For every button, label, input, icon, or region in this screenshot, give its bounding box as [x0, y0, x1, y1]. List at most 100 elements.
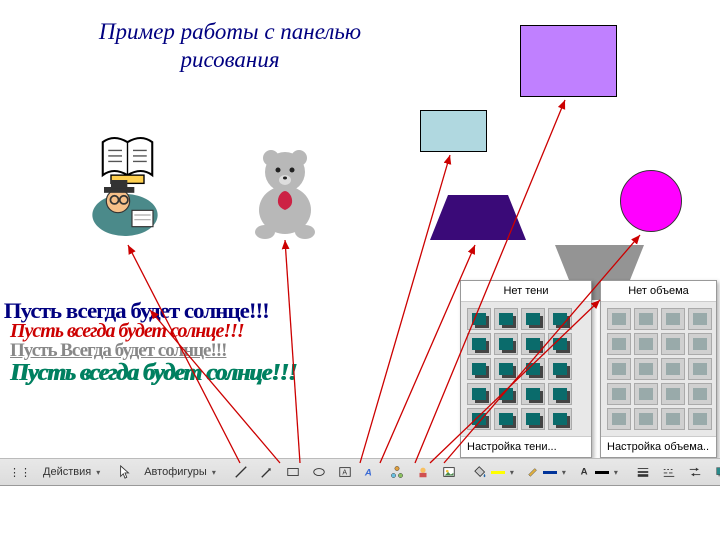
line-swatch — [543, 471, 557, 474]
bear-icon — [245, 140, 325, 240]
3d-option[interactable] — [634, 383, 658, 405]
autoshapes-menu[interactable]: Автофигуры — [139, 463, 221, 481]
actions-menu[interactable]: Действия — [38, 463, 105, 481]
shadow-option[interactable] — [548, 408, 572, 430]
line-tool[interactable] — [229, 462, 253, 482]
slide-title: Пример работы с панелью рисования — [70, 18, 390, 73]
pointer-icon — [118, 465, 132, 479]
oval-tool[interactable] — [307, 462, 331, 482]
fontcolor-icon: A — [578, 465, 592, 479]
shadow-option[interactable] — [494, 308, 518, 330]
pointer-tool[interactable] — [113, 462, 137, 482]
3d-style-grid — [601, 302, 716, 436]
3d-option[interactable] — [661, 383, 685, 405]
clipart-book[interactable] — [100, 135, 155, 185]
autoshapes-label: Автофигуры — [144, 466, 207, 478]
wordart-sample-4[interactable]: Пусть всегда будет солнце!!! — [10, 360, 296, 387]
shadow-settings-link[interactable]: Настройка тени... — [461, 436, 591, 457]
shadow-option[interactable] — [494, 383, 518, 405]
linestyle-icon — [636, 465, 650, 479]
font-swatch — [595, 471, 609, 474]
shadow-style-grid — [461, 302, 591, 436]
wordart-sample-3[interactable]: Пусть Всегда будет солнце!!! — [10, 340, 226, 362]
shadow-option[interactable] — [467, 333, 491, 355]
drawing-toolbar: ⋮⋮ Действия Автофигуры A A A — [0, 458, 720, 486]
3d-option[interactable] — [607, 358, 631, 380]
rect-icon — [286, 465, 300, 479]
shadow-option[interactable] — [494, 333, 518, 355]
shadow-option[interactable] — [548, 383, 572, 405]
diagram-icon — [390, 465, 404, 479]
shadow-option[interactable] — [467, 308, 491, 330]
font-color-tool[interactable]: A — [573, 462, 623, 482]
clipart-teddy-bear[interactable] — [245, 140, 325, 240]
arrow-style-tool[interactable] — [683, 462, 707, 482]
linecolor-icon — [526, 465, 540, 479]
3d-option[interactable] — [688, 358, 712, 380]
move-handle-icon[interactable]: ⋮⋮ — [4, 463, 36, 482]
shadow-option[interactable] — [521, 358, 545, 380]
shadow-option[interactable] — [521, 308, 545, 330]
3d-option[interactable] — [688, 383, 712, 405]
svg-text:A: A — [364, 468, 372, 479]
actions-label: Действия — [43, 466, 91, 478]
shadow-option[interactable] — [521, 383, 545, 405]
3d-option[interactable] — [688, 333, 712, 355]
fill-swatch — [491, 471, 505, 474]
picture-icon — [442, 465, 456, 479]
dash-style-tool[interactable] — [657, 462, 681, 482]
rectangle-tool[interactable] — [281, 462, 305, 482]
3d-option[interactable] — [607, 408, 631, 430]
clipart-tool[interactable] — [411, 462, 435, 482]
3d-option[interactable] — [634, 408, 658, 430]
shadow-option[interactable] — [548, 333, 572, 355]
shadow-option[interactable] — [521, 408, 545, 430]
shadow-popup-caption[interactable]: Нет тени — [461, 281, 591, 302]
line-style-tool[interactable] — [631, 462, 655, 482]
3d-option[interactable] — [661, 333, 685, 355]
3d-option[interactable] — [634, 333, 658, 355]
3d-option[interactable] — [688, 408, 712, 430]
fill-color-tool[interactable] — [469, 462, 519, 482]
3d-option[interactable] — [688, 308, 712, 330]
wordart-tool[interactable]: A — [359, 462, 383, 482]
3d-option[interactable] — [634, 358, 658, 380]
shadow-option[interactable] — [467, 358, 491, 380]
insert-picture-tool[interactable] — [437, 462, 461, 482]
3d-option[interactable] — [607, 383, 631, 405]
arrow-icon — [260, 465, 274, 479]
3d-option[interactable] — [607, 308, 631, 330]
shape-trapezoid[interactable] — [430, 195, 526, 240]
book-icon — [100, 135, 155, 185]
shadow-option[interactable] — [467, 383, 491, 405]
shadow-icon — [714, 465, 720, 479]
3d-popup-caption[interactable]: Нет объема — [601, 281, 716, 302]
arrow-tool[interactable] — [255, 462, 279, 482]
3d-option[interactable] — [661, 408, 685, 430]
shadow-style-tool[interactable] — [709, 462, 720, 482]
3d-option[interactable] — [607, 333, 631, 355]
shape-circle[interactable] — [620, 170, 682, 232]
shadow-style-popup[interactable]: Нет тени Настройка тени... — [460, 280, 592, 458]
arrowstyle-icon — [688, 465, 702, 479]
3d-option[interactable] — [634, 308, 658, 330]
diagram-tool[interactable] — [385, 462, 409, 482]
shadow-option[interactable] — [548, 358, 572, 380]
shape-rect-purple[interactable] — [520, 25, 617, 97]
title-line2: рисования — [180, 47, 279, 72]
3d-option[interactable] — [661, 358, 685, 380]
fill-icon — [474, 465, 488, 479]
3d-option[interactable] — [661, 308, 685, 330]
shadow-option[interactable] — [548, 308, 572, 330]
shape-rect-cyan[interactable] — [420, 110, 487, 152]
line-color-tool[interactable] — [521, 462, 571, 482]
textbox-tool[interactable]: A — [333, 462, 357, 482]
clipart-professor[interactable] — [90, 180, 160, 240]
3d-style-popup[interactable]: Нет объема Настройка объема.. — [600, 280, 717, 458]
shadow-option[interactable] — [494, 408, 518, 430]
svg-text:A: A — [342, 470, 347, 477]
shadow-option[interactable] — [467, 408, 491, 430]
shadow-option[interactable] — [521, 333, 545, 355]
3d-settings-link[interactable]: Настройка объема.. — [601, 436, 716, 457]
shadow-option[interactable] — [494, 358, 518, 380]
